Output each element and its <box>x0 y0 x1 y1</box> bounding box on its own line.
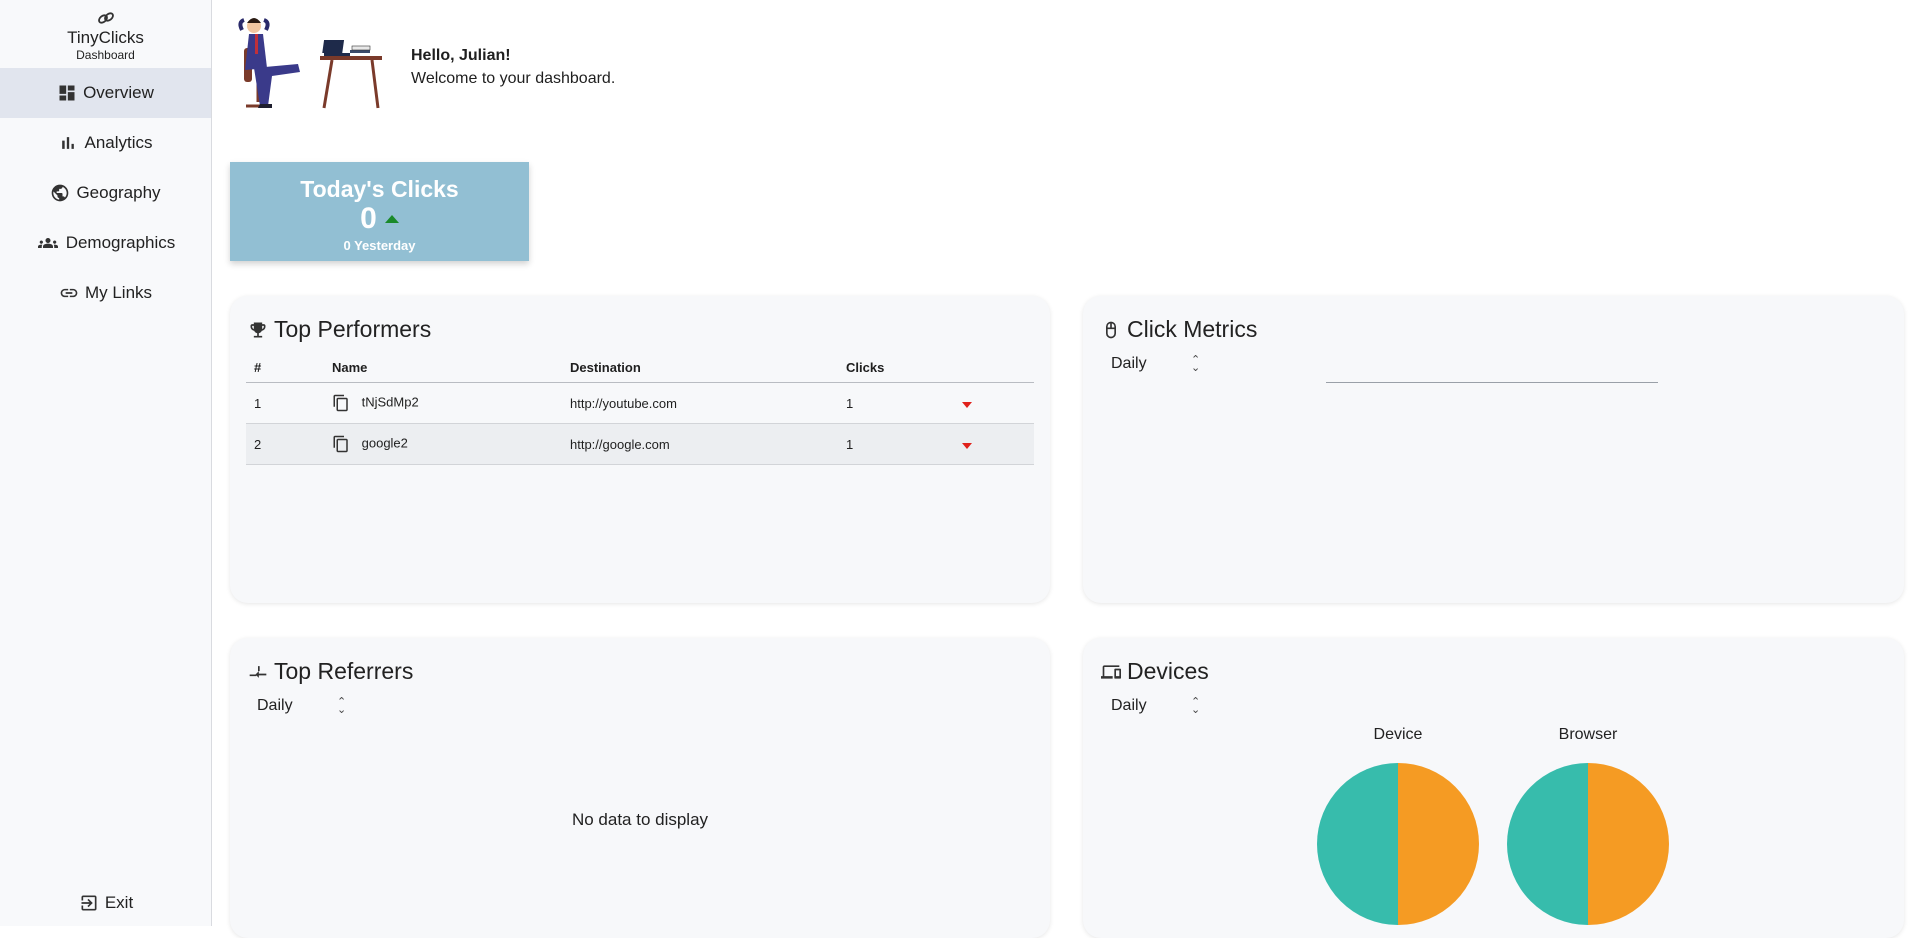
exit-label: Exit <box>104 893 134 912</box>
top-referrers-title-row: Top Referrers <box>248 658 413 685</box>
row-rank: 2 <box>246 423 324 465</box>
click-metrics-title-row: Click Metrics <box>1101 316 1257 343</box>
sidebar-item-demographics[interactable]: Demographics <box>0 218 211 268</box>
row-name-cell: google2 <box>324 423 562 465</box>
link-icon <box>60 288 78 298</box>
app-name: TinyClicks <box>67 28 144 47</box>
todays-clicks-value: 0 <box>360 202 377 235</box>
trend-up-icon <box>384 215 399 223</box>
column-header-clicks: Clicks <box>838 352 954 383</box>
yesterday-clicks: 0 Yesterday <box>343 238 416 253</box>
brand: TinyClicks Dashboard <box>0 0 211 68</box>
top-performers-title: Top Performers <box>274 316 432 342</box>
pie-slice <box>1507 763 1588 925</box>
chart-axis-line <box>1326 382 1658 383</box>
updown-chevron-icon: ⌃ ⌄ <box>337 696 347 716</box>
row-clicks: 1 <box>838 382 954 424</box>
row-trend-cell <box>954 382 1034 424</box>
click-metrics-panel: Click Metrics Daily ⌃ ⌄ <box>1083 296 1904 603</box>
dashboard-icon <box>59 85 75 101</box>
column-header-name: Name <box>324 352 562 383</box>
table-row[interactable]: 2 google2 http://google.com 1 <box>246 423 1034 465</box>
row-name: tNjSdMp2 <box>361 394 419 410</box>
row-trend-cell <box>954 423 1034 465</box>
device-pie-chart <box>1317 763 1479 925</box>
top-referrers-title: Top Referrers <box>274 658 414 684</box>
sidebar-item-label: Analytics <box>84 133 153 152</box>
row-clicks: 1 <box>838 423 954 465</box>
top-performers-title-row: Top Performers <box>248 316 431 343</box>
greeting-title: Hello, Julian! <box>411 47 511 64</box>
top-performers-table: # Name Destination Clicks 1 tNjSdMp2 htt… <box>246 352 1034 465</box>
exit-icon <box>81 895 97 911</box>
todays-clicks-title: Today's Clicks <box>300 176 459 202</box>
column-header-trend <box>954 352 1034 383</box>
sidebar-item-label: Demographics <box>65 233 176 252</box>
devices-icon <box>1101 664 1121 679</box>
browser-chart-title: Browser <box>1558 726 1618 743</box>
top-performers-panel: Top Performers # Name Destination Clicks… <box>230 296 1050 603</box>
row-rank: 1 <box>246 382 324 424</box>
sidebar-item-label: Overview <box>83 83 154 102</box>
trend-down-icon <box>962 442 972 449</box>
select-value: Daily <box>1111 697 1147 714</box>
click-metrics-period-select[interactable]: Daily ⌃ ⌄ <box>1111 354 1211 374</box>
greeting: Hello, Julian! Welcome to your dashboard… <box>411 44 615 90</box>
table-row[interactable]: 1 tNjSdMp2 http://youtube.com 1 <box>246 382 1034 424</box>
top-referrers-panel: Top Referrers Daily ⌃ ⌄ No data to displa… <box>230 638 1050 938</box>
copy-icon[interactable] <box>332 435 350 453</box>
updown-chevron-icon: ⌃ ⌄ <box>1191 696 1201 716</box>
sidebar-item-analytics[interactable]: Analytics <box>0 118 211 168</box>
app-subtitle: Dashboard <box>76 48 135 62</box>
devices-period-select[interactable]: Daily ⌃ ⌄ <box>1111 696 1211 716</box>
link-logo-icon <box>97 12 114 24</box>
row-name-cell: tNjSdMp2 <box>324 382 562 424</box>
sidebar-item-label: My Links <box>84 283 153 302</box>
pie-slice <box>1398 763 1479 925</box>
row-destination: http://youtube.com <box>562 382 838 424</box>
todays-clicks-card: Today's Clicks 0 0 Yesterday <box>230 162 529 261</box>
pie-slice <box>1317 763 1398 925</box>
sidebar-item-label: Geography <box>76 183 161 202</box>
column-header-rank: # <box>246 352 324 383</box>
select-value: Daily <box>1111 355 1147 372</box>
globe-icon <box>52 184 69 202</box>
sidebar-item-geography[interactable]: Geography <box>0 168 211 218</box>
devices-title: Devices <box>1127 658 1209 684</box>
device-chart-title: Device <box>1373 726 1423 743</box>
row-destination: http://google.com <box>562 423 838 465</box>
devices-title-row: Devices <box>1101 658 1209 685</box>
trend-down-icon <box>962 401 972 408</box>
trophy-icon <box>250 322 266 337</box>
sidebar-item-overview[interactable]: Overview <box>0 68 211 118</box>
updown-chevron-icon: ⌃ ⌄ <box>1191 354 1201 374</box>
click-metrics-title: Click Metrics <box>1127 316 1258 342</box>
sidebar: TinyClicks Dashboard Overview Analytics … <box>0 0 212 926</box>
devices-panel: Devices Daily ⌃ ⌄ Device Browser <box>1083 638 1904 938</box>
sidebar-item-my-links[interactable]: My Links <box>0 268 211 318</box>
relaxing-man-illustration <box>238 18 382 109</box>
mouse-icon <box>1106 321 1116 338</box>
bar-chart-icon <box>62 137 75 149</box>
no-data-message: No data to display <box>571 810 709 829</box>
exit-button[interactable]: Exit <box>0 886 212 920</box>
merge-arrows-icon <box>249 665 267 678</box>
select-value: Daily <box>257 697 293 714</box>
groups-icon <box>37 238 58 248</box>
browser-pie-chart <box>1507 763 1669 925</box>
top-referrers-period-select[interactable]: Daily ⌃ ⌄ <box>257 696 357 716</box>
greeting-subtitle: Welcome to your dashboard. <box>411 70 616 87</box>
copy-icon[interactable] <box>332 394 350 412</box>
row-name: google2 <box>361 435 408 451</box>
pie-slice <box>1588 763 1669 925</box>
column-header-destination: Destination <box>562 352 838 383</box>
